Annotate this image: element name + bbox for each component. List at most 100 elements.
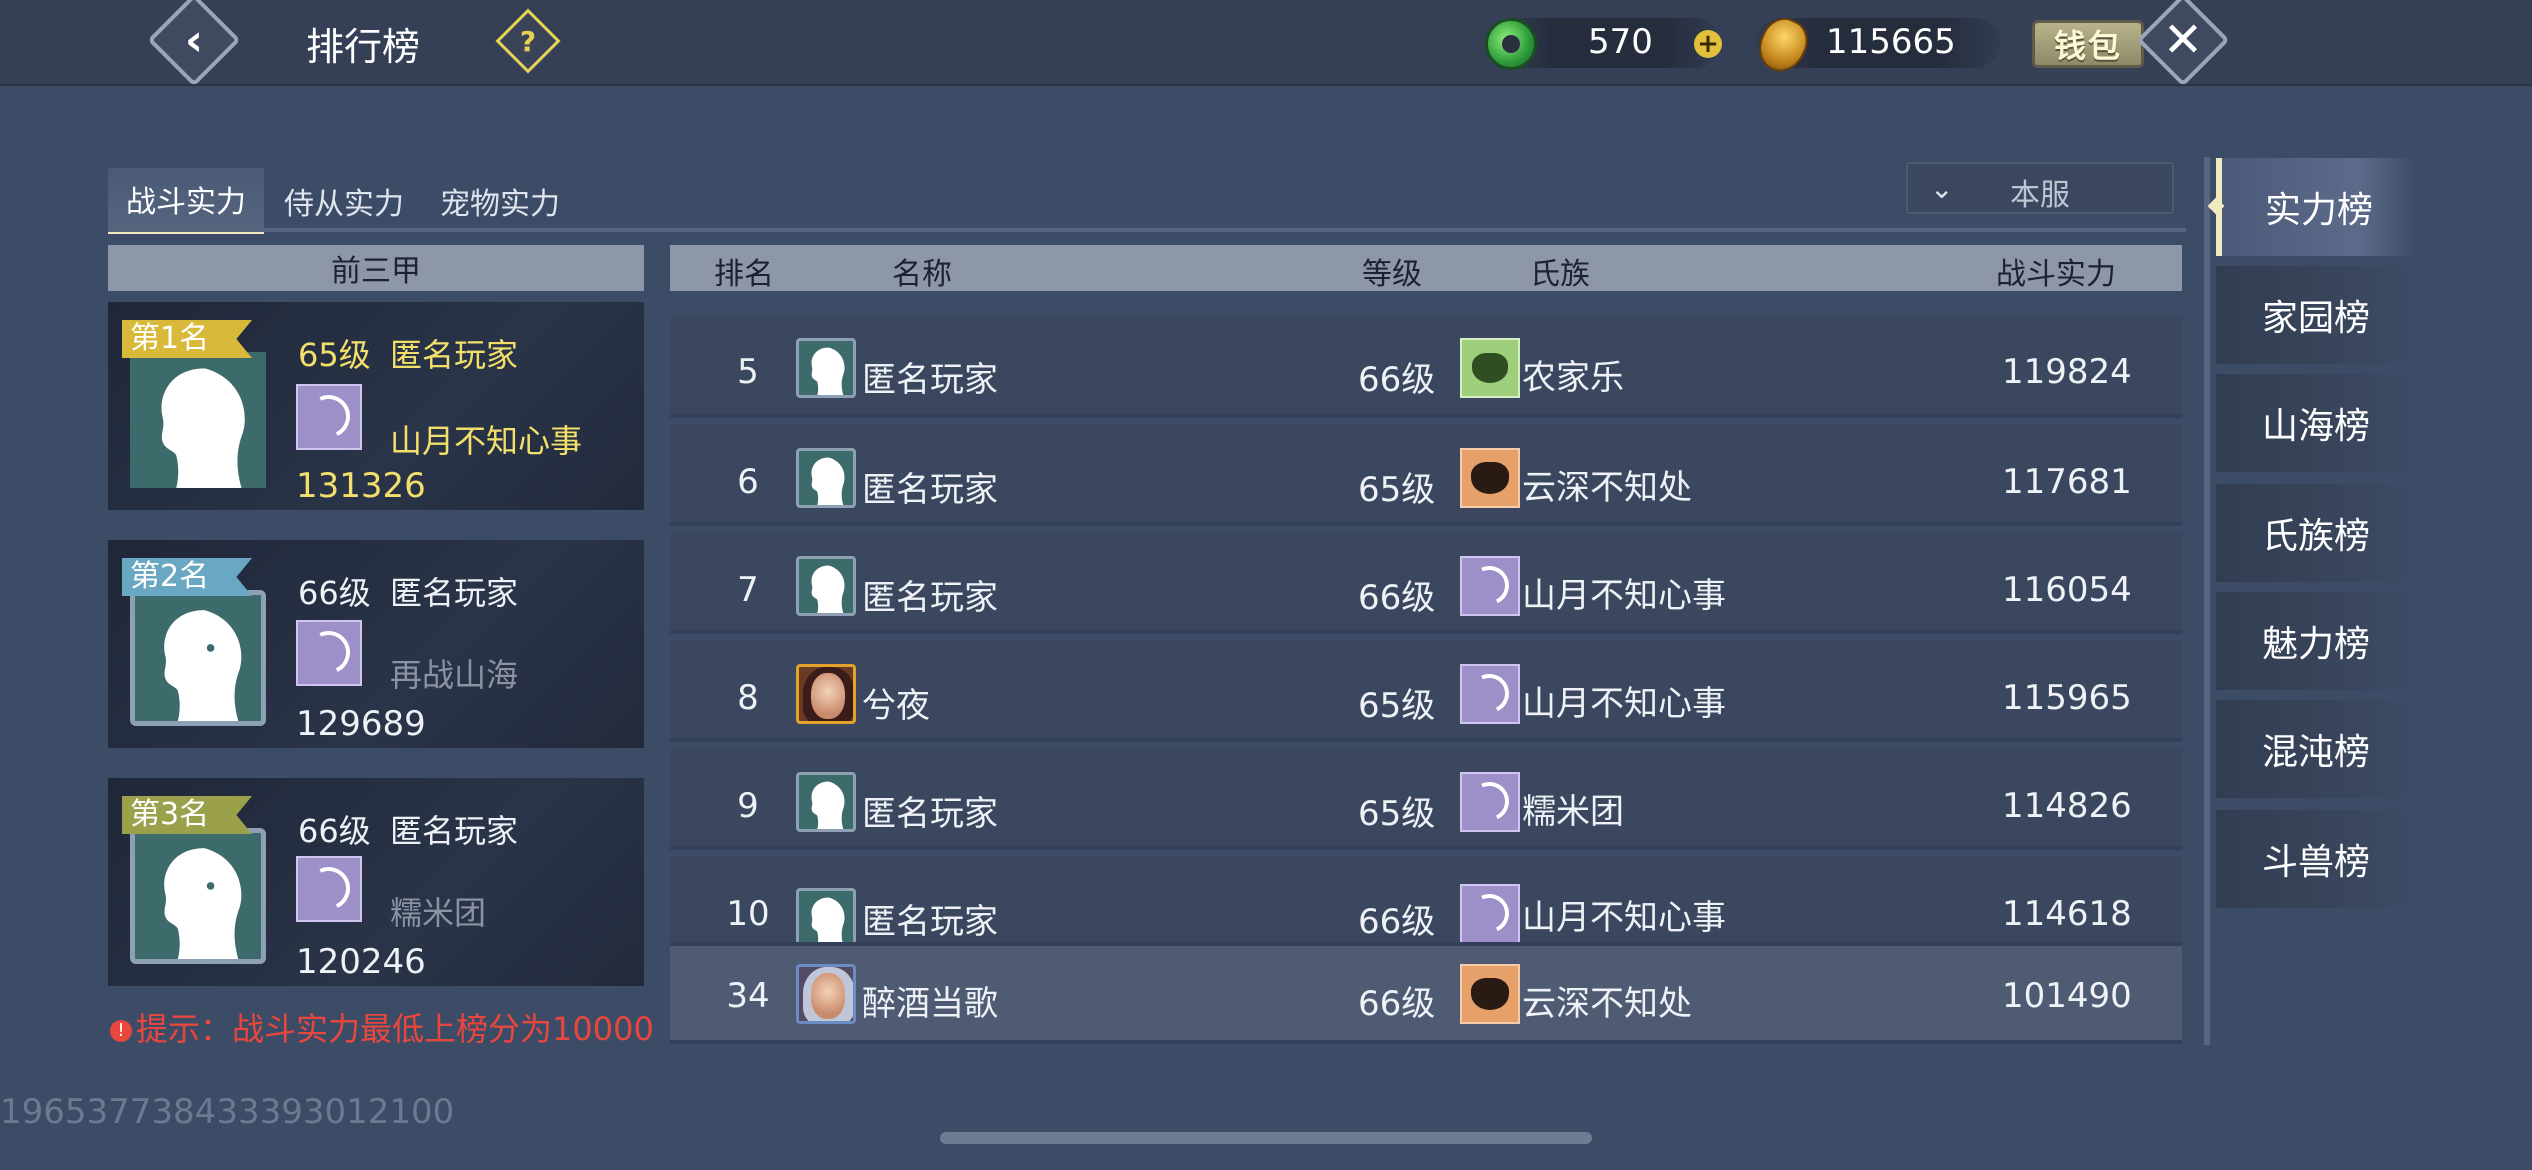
clan-emblem-icon — [1460, 772, 1520, 832]
rank-badge: 第3名 — [122, 796, 252, 834]
help-button[interactable]: ? — [495, 8, 561, 74]
player-name: 匿名玩家 — [390, 812, 519, 850]
player-level: 66级 — [298, 574, 371, 612]
table-row[interactable]: 5 匿名玩家 66级 农家乐 119824 — [670, 316, 2182, 418]
side-scrollbar[interactable] — [2204, 157, 2210, 1045]
clan-emblem-icon — [1460, 556, 1520, 616]
clan-emblem-icon — [1460, 664, 1520, 724]
player-level: 66级 — [298, 812, 371, 850]
clan-emblem-icon — [296, 856, 362, 922]
home-indicator[interactable] — [940, 1132, 1592, 1144]
clan-emblem-icon — [296, 384, 362, 450]
combat-power: 129689 — [296, 704, 426, 744]
row-clan: 糯米团 — [1522, 792, 1624, 832]
row-rank: 5 — [737, 352, 759, 392]
row-player-name: 醉酒当歌 — [862, 984, 998, 1024]
side-item-clan-ranking[interactable]: 氏族榜 — [2216, 484, 2416, 582]
side-item-chaos-ranking[interactable]: 混沌榜 — [2216, 700, 2416, 798]
side-item-beast-ranking[interactable]: 斗兽榜 — [2216, 810, 2416, 908]
close-icon: ✕ — [2162, 12, 2204, 69]
top3-header: 前三甲 — [108, 245, 644, 291]
chevron-down-icon: ⌄ — [1930, 172, 1954, 205]
silhouette-icon — [811, 781, 845, 829]
row-rank: 6 — [737, 462, 759, 502]
hint-message: 提示：战斗实力最低上榜分为10000 — [136, 1010, 654, 1048]
row-player-name: 匿名玩家 — [862, 360, 998, 400]
close-button[interactable]: ✕ — [2136, 0, 2230, 87]
row-level: 66级 — [1358, 902, 1436, 942]
row-clan: 云深不知处 — [1522, 468, 1692, 508]
gold-amount: 115665 — [1826, 22, 1956, 62]
jade-icon — [1485, 18, 1537, 70]
clan-name: 山月不知心事 — [390, 422, 583, 460]
back-button[interactable]: ‹ — [147, 0, 241, 87]
row-clan: 山月不知心事 — [1522, 898, 1726, 938]
silhouette-icon — [811, 565, 845, 613]
top3-card-1[interactable]: 第1名 65级 匿名玩家 山月不知心事 131326 — [108, 302, 644, 510]
wallet-button[interactable]: 钱包 — [2032, 20, 2144, 68]
avatar — [796, 964, 856, 1024]
avatar — [796, 664, 856, 724]
jade-amount: 570 — [1588, 22, 1653, 62]
table-header: 排名 名称 等级 氏族 战斗实力 — [670, 245, 2182, 292]
hint-text: ! 提示：战斗实力最低上榜分为10000 — [110, 1004, 654, 1050]
avatar — [130, 352, 266, 488]
side-item-home-ranking[interactable]: 家园榜 — [2216, 266, 2416, 364]
row-level: 66级 — [1358, 360, 1436, 400]
tab-attendant-power[interactable]: 侍从实力 — [268, 168, 420, 234]
user-id: 196537738433393012100 — [0, 1092, 455, 1132]
column-header-level: 等级 — [1362, 257, 1422, 292]
table-row[interactable]: 10 匿名玩家 66级 山月不知心事 114618 — [670, 856, 2182, 946]
row-clan: 云深不知处 — [1522, 984, 1692, 1024]
question-icon: ? — [519, 24, 537, 58]
silhouette-icon — [811, 457, 845, 505]
avatar — [796, 338, 856, 398]
clan-emblem-icon — [1460, 448, 1520, 508]
row-power: 116054 — [2002, 570, 2132, 610]
top3-card-2[interactable]: 第2名 66级 匿名玩家 再战山海 129689 — [108, 540, 644, 748]
clan-emblem-icon — [1460, 338, 1520, 398]
top3-card-3[interactable]: 第3名 66级 匿名玩家 糯米团 120246 — [108, 778, 644, 986]
combat-power: 131326 — [296, 466, 426, 506]
column-header-rank: 排名 — [714, 257, 774, 292]
avatar — [796, 772, 856, 832]
table-row[interactable]: 9 匿名玩家 65级 糯米团 114826 — [670, 748, 2182, 850]
tab-pet-power[interactable]: 宠物实力 — [424, 168, 576, 234]
combat-power: 120246 — [296, 942, 426, 982]
self-rank-row[interactable]: 34 醉酒当歌 66级 云深不知处 101490 — [670, 946, 2182, 1044]
side-item-charm-ranking[interactable]: 魅力榜 — [2216, 592, 2416, 690]
row-power: 115965 — [2002, 678, 2132, 718]
clan-emblem-icon — [1460, 964, 1520, 1024]
side-item-power-ranking[interactable]: 实力榜 — [2216, 158, 2416, 256]
side-item-shanhai-ranking[interactable]: 山海榜 — [2216, 374, 2416, 472]
server-dropdown-value: 本服 — [2010, 178, 2070, 213]
row-level: 65级 — [1358, 686, 1436, 726]
row-rank: 8 — [737, 678, 759, 718]
row-power: 114618 — [2002, 894, 2132, 934]
player-name: 匿名玩家 — [390, 574, 519, 612]
row-power: 117681 — [2002, 462, 2132, 502]
add-currency-button[interactable]: + — [1694, 30, 1722, 58]
player-name: 匿名玩家 — [390, 336, 519, 374]
silhouette-icon — [161, 368, 245, 488]
warning-icon: ! — [110, 1020, 132, 1042]
row-level: 66级 — [1358, 984, 1436, 1024]
table-row[interactable]: 6 匿名玩家 65级 云深不知处 117681 — [670, 424, 2182, 526]
server-dropdown[interactable]: ⌄ 本服 — [1906, 162, 2174, 214]
clan-name: 再战山海 — [390, 656, 519, 694]
avatar — [796, 556, 856, 616]
rank-badge: 第2名 — [122, 558, 252, 596]
column-header-name: 名称 — [892, 257, 952, 292]
row-player-name: 匿名玩家 — [862, 578, 998, 618]
table-row[interactable]: 8 兮夜 65级 山月不知心事 115965 — [670, 640, 2182, 742]
table-row[interactable]: 7 匿名玩家 66级 山月不知心事 116054 — [670, 532, 2182, 634]
row-level: 66级 — [1358, 578, 1436, 618]
player-level: 65级 — [298, 336, 371, 374]
row-player-name: 匿名玩家 — [862, 470, 998, 510]
tab-combat-power[interactable]: 战斗实力 — [108, 168, 264, 234]
row-player-name: 匿名玩家 — [862, 902, 998, 942]
column-header-power: 战斗实力 — [1996, 257, 2116, 292]
silhouette-icon — [811, 897, 845, 942]
silhouette-icon — [811, 347, 845, 395]
avatar — [130, 828, 266, 964]
